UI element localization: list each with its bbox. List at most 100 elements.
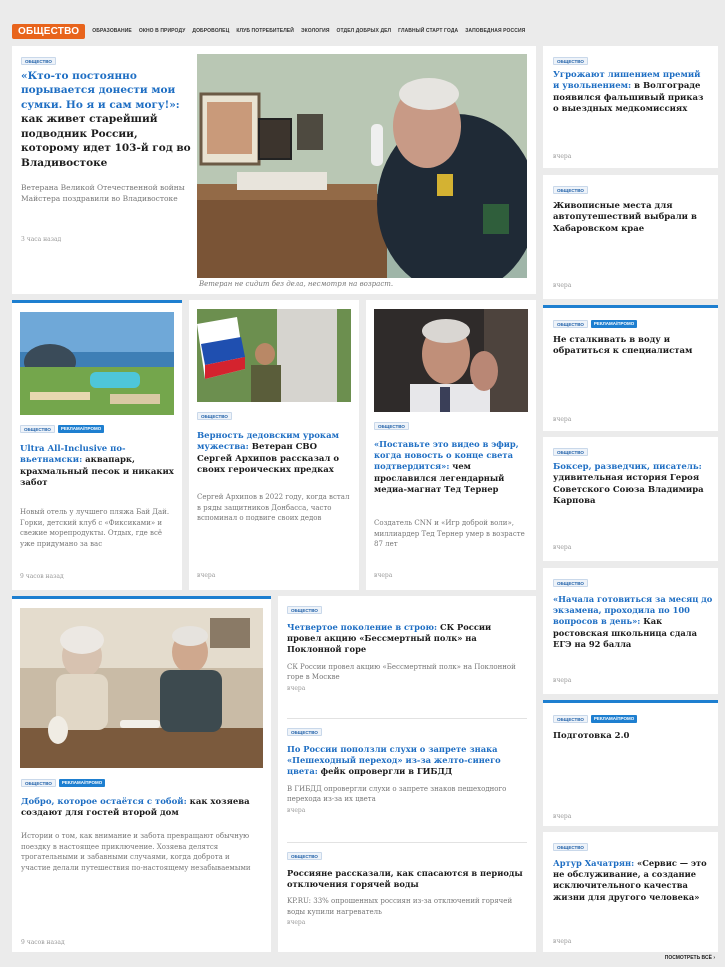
mid-lead-2: Сергей Архипов в 2022 году, когда встал … — [197, 493, 350, 522]
nav-item-consumer-club[interactable]: КЛУБ ПОТРЕБИТЕЛЕЙ — [236, 28, 294, 34]
side-headline-1[interactable]: Угрожают лишением премий и увольнением: … — [553, 70, 709, 116]
side-timestamp-6: вчера — [553, 813, 572, 820]
section-tag-society[interactable]: ОБЩЕСТВО — [12, 23, 86, 39]
nav-item-good-deeds[interactable]: ОТДЕЛ ДОБРЫХ ДЕЛ — [337, 28, 392, 34]
side-timestamp-7: вчера — [553, 938, 572, 945]
mid-card-2[interactable]: ОБЩЕСТВО Верность дедовским урокам мужес… — [189, 300, 359, 590]
side-timestamp-2: вчера — [553, 282, 572, 289]
veteran-photo[interactable] — [197, 54, 527, 278]
nav-item-education[interactable]: ОБРАЗОВАНИЕ — [92, 28, 132, 34]
list-headline-3[interactable]: Россияне рассказали, как спасаются в пер… — [287, 868, 527, 890]
big-headline[interactable]: Добро, которое остаётся с тобой: как хоз… — [21, 797, 261, 820]
list-divider — [287, 718, 527, 719]
tag-society[interactable]: ОБЩЕСТВО — [553, 186, 588, 194]
mid-headline-1[interactable]: Ultra All-Inclusive по-вьетнамски: аквап… — [20, 444, 178, 490]
tag-society[interactable]: ОБЩЕСТВО — [21, 779, 56, 787]
tag-promo[interactable]: РЕКЛАМА/ПРОМО — [58, 779, 106, 787]
side-card-4[interactable]: ОБЩЕСТВО Боксер, разведчик, писатель: уд… — [543, 437, 718, 561]
side-headline-6-rest: Подготовка 2.0 — [553, 731, 630, 741]
mid-headline-3[interactable]: «Поставьте это видео в эфир, когда новос… — [374, 439, 532, 495]
side-headline-7-accent: Артур Хачатрян: — [553, 858, 635, 868]
list-lead-1: СК России провел акцию «Бессмертный полк… — [287, 662, 516, 682]
side-headline-5[interactable]: «Начала готовиться за месяц до экзамена,… — [553, 594, 713, 650]
side-card-2[interactable]: ОБЩЕСТВО Живописные места для автопутеше… — [543, 175, 718, 299]
tag-promo[interactable]: РЕКЛАМА/ПРОМО — [57, 425, 105, 433]
tag-society[interactable]: ОБЩЕСТВО — [553, 448, 588, 456]
list-lead-3: KP.RU: 33% опрошенных россиян из-за откл… — [287, 897, 513, 916]
list-divider — [287, 842, 527, 843]
photo-caption: Ветеран не сидит без дела, несмотря на в… — [199, 280, 394, 288]
ted-turner-photo[interactable] — [374, 309, 528, 412]
tag-society[interactable]: ОБЩЕСТВО — [553, 579, 588, 587]
list-headline-3-rest: Россияне рассказали, как спасаются в пер… — [287, 868, 523, 890]
elderly-couple-photo[interactable] — [20, 608, 263, 768]
mid-headline-3-accent: «Поставьте это видео в эфир, когда новос… — [374, 439, 519, 472]
side-headline-7[interactable]: Артур Хачатрян: «Сервис — это не обслужи… — [553, 858, 711, 903]
mid-timestamp-1: 9 часов назад — [20, 573, 64, 580]
list-timestamp-1: вчера — [287, 684, 306, 692]
tag-society[interactable]: ОБЩЕСТВО — [287, 606, 322, 614]
side-headline-3-rest: Не сталкивать в воду и обратиться к спец… — [553, 335, 693, 357]
list-headline-1[interactable]: Четвертое поколение в строю: СК России п… — [287, 622, 527, 656]
tag-society[interactable]: ОБЩЕСТВО — [21, 57, 56, 65]
side-headline-4-rest: удивительная история Героя Советского Со… — [553, 473, 704, 507]
tag-society[interactable]: ОБЩЕСТВО — [553, 843, 588, 851]
side-card-1[interactable]: ОБЩЕСТВО Угрожают лишением премий и увол… — [543, 46, 718, 168]
news-list-card[interactable]: ОБЩЕСТВО Четвертое поколение в строю: СК… — [278, 596, 536, 952]
see-all-link[interactable]: ПОСМОТРЕТЬ ВСЁ › — [665, 955, 715, 961]
side-headline-6[interactable]: Подготовка 2.0 — [553, 731, 709, 742]
list-lead-2: В ГИБДД опровергли слухи о запрете знако… — [287, 784, 507, 804]
list-timestamp-3: вчера — [287, 919, 306, 927]
tag-society[interactable]: ОБЩЕСТВО — [287, 852, 322, 860]
nav-item-nature[interactable]: ОКНО В ПРИРОДУ — [139, 28, 186, 34]
tag-society[interactable]: ОБЩЕСТВО — [374, 422, 409, 430]
side-headline-2[interactable]: Живописные места для автопутешествий выб… — [553, 201, 709, 235]
tag-society[interactable]: ОБЩЕСТВО — [553, 715, 588, 723]
main-headline-rest: как живет старейший подводник России, ко… — [21, 113, 191, 169]
mid-headline-2[interactable]: Верность дедовским урокам мужества: Вете… — [197, 431, 355, 477]
side-headline-4-accent: Боксер, разведчик, писатель: — [553, 462, 702, 472]
side-timestamp-4: вчера — [553, 544, 572, 551]
list-headline-2[interactable]: По России поползли слухи о запрете знака… — [287, 744, 527, 778]
side-card-7[interactable]: ОБЩЕСТВО Артур Хачатрян: «Сервис — это н… — [543, 832, 718, 952]
section-nav: ОБЩЕСТВО ОБРАЗОВАНИЕ ОКНО В ПРИРОДУ ДОБР… — [12, 21, 714, 41]
tag-society[interactable]: ОБЩЕСТВО — [287, 728, 322, 736]
side-card-6[interactable]: ОБЩЕСТВО РЕКЛАМА/ПРОМО Подготовка 2.0 вче… — [543, 700, 718, 826]
list-item[interactable]: ОБЩЕСТВО По России поползли слухи о запр… — [287, 728, 527, 828]
mid-timestamp-2: вчера — [197, 572, 216, 579]
list-item[interactable]: ОБЩЕСТВО Четвертое поколение в строю: СК… — [287, 606, 527, 714]
side-timestamp-3: вчера — [553, 416, 572, 423]
main-headline-accent: «Кто-то постоянно порывается донести мои… — [21, 70, 180, 111]
mid-card-3[interactable]: ОБЩЕСТВО «Поставьте это видео в эфир, ко… — [366, 300, 536, 590]
mid-lead-1: Новый отель у лучшего пляжа Бай Дай. Гор… — [20, 508, 170, 548]
main-headline[interactable]: «Кто-то постоянно порывается донести мои… — [21, 69, 191, 170]
big-card[interactable]: ОБЩЕСТВО РЕКЛАМА/ПРОМО Добро, которое ост… — [12, 596, 271, 952]
main-lead: Ветерана Великой Отечественной войны Май… — [21, 183, 185, 204]
nav-item-main-start[interactable]: ГЛАВНЫЙ СТАРТ ГОДА — [398, 28, 458, 34]
side-headline-4[interactable]: Боксер, разведчик, писатель: удивительна… — [553, 462, 709, 508]
list-headline-1-accent: Четвертое поколение в строю: — [287, 622, 438, 632]
nav-item-reserve-russia[interactable]: ЗАПОВЕДНАЯ РОССИЯ — [465, 28, 525, 34]
tag-society[interactable]: ОБЩЕСТВО — [197, 412, 232, 420]
tag-society[interactable]: ОБЩЕСТВО — [553, 320, 588, 328]
tag-promo[interactable]: РЕКЛАМА/ПРОМО — [590, 320, 638, 328]
tag-society[interactable]: ОБЩЕСТВО — [20, 425, 55, 433]
mid-card-1[interactable]: ОБЩЕСТВО РЕКЛАМА/ПРОМО Ultra All-Inclusiv… — [12, 300, 182, 590]
side-headline-5-accent: «Начала готовиться за месяц до экзамена,… — [553, 594, 713, 627]
nav-item-ecology[interactable]: ЭКОЛОГИЯ — [301, 28, 330, 34]
main-feature-card[interactable]: ОБЩЕСТВО «Кто-то постоянно порывается до… — [12, 46, 536, 294]
veteran-svo-photo[interactable] — [197, 309, 351, 402]
list-timestamp-2: вчера — [287, 806, 306, 814]
big-timestamp: 9 часов назад — [21, 939, 65, 946]
side-card-3[interactable]: ОБЩЕСТВО РЕКЛАМА/ПРОМО Не сталкивать в во… — [543, 305, 718, 431]
nav-item-volunteer[interactable]: ДОБРОВОЛЕЦ — [192, 28, 229, 34]
side-timestamp-1: вчера — [553, 153, 572, 160]
mid-lead-3: Создатель CNN и «Игр доброй воли», милли… — [374, 519, 525, 548]
side-headline-2-rest: Живописные места для автопутешествий выб… — [553, 201, 697, 234]
side-card-5[interactable]: ОБЩЕСТВО «Начала готовиться за месяц до … — [543, 568, 718, 694]
side-headline-3[interactable]: Не сталкивать в воду и обратиться к спец… — [553, 335, 709, 358]
tag-promo[interactable]: РЕКЛАМА/ПРОМО — [590, 715, 638, 723]
tag-society[interactable]: ОБЩЕСТВО — [553, 57, 588, 65]
resort-photo[interactable] — [20, 312, 174, 415]
list-item[interactable]: ОБЩЕСТВО Россияне рассказали, как спасаю… — [287, 852, 527, 948]
